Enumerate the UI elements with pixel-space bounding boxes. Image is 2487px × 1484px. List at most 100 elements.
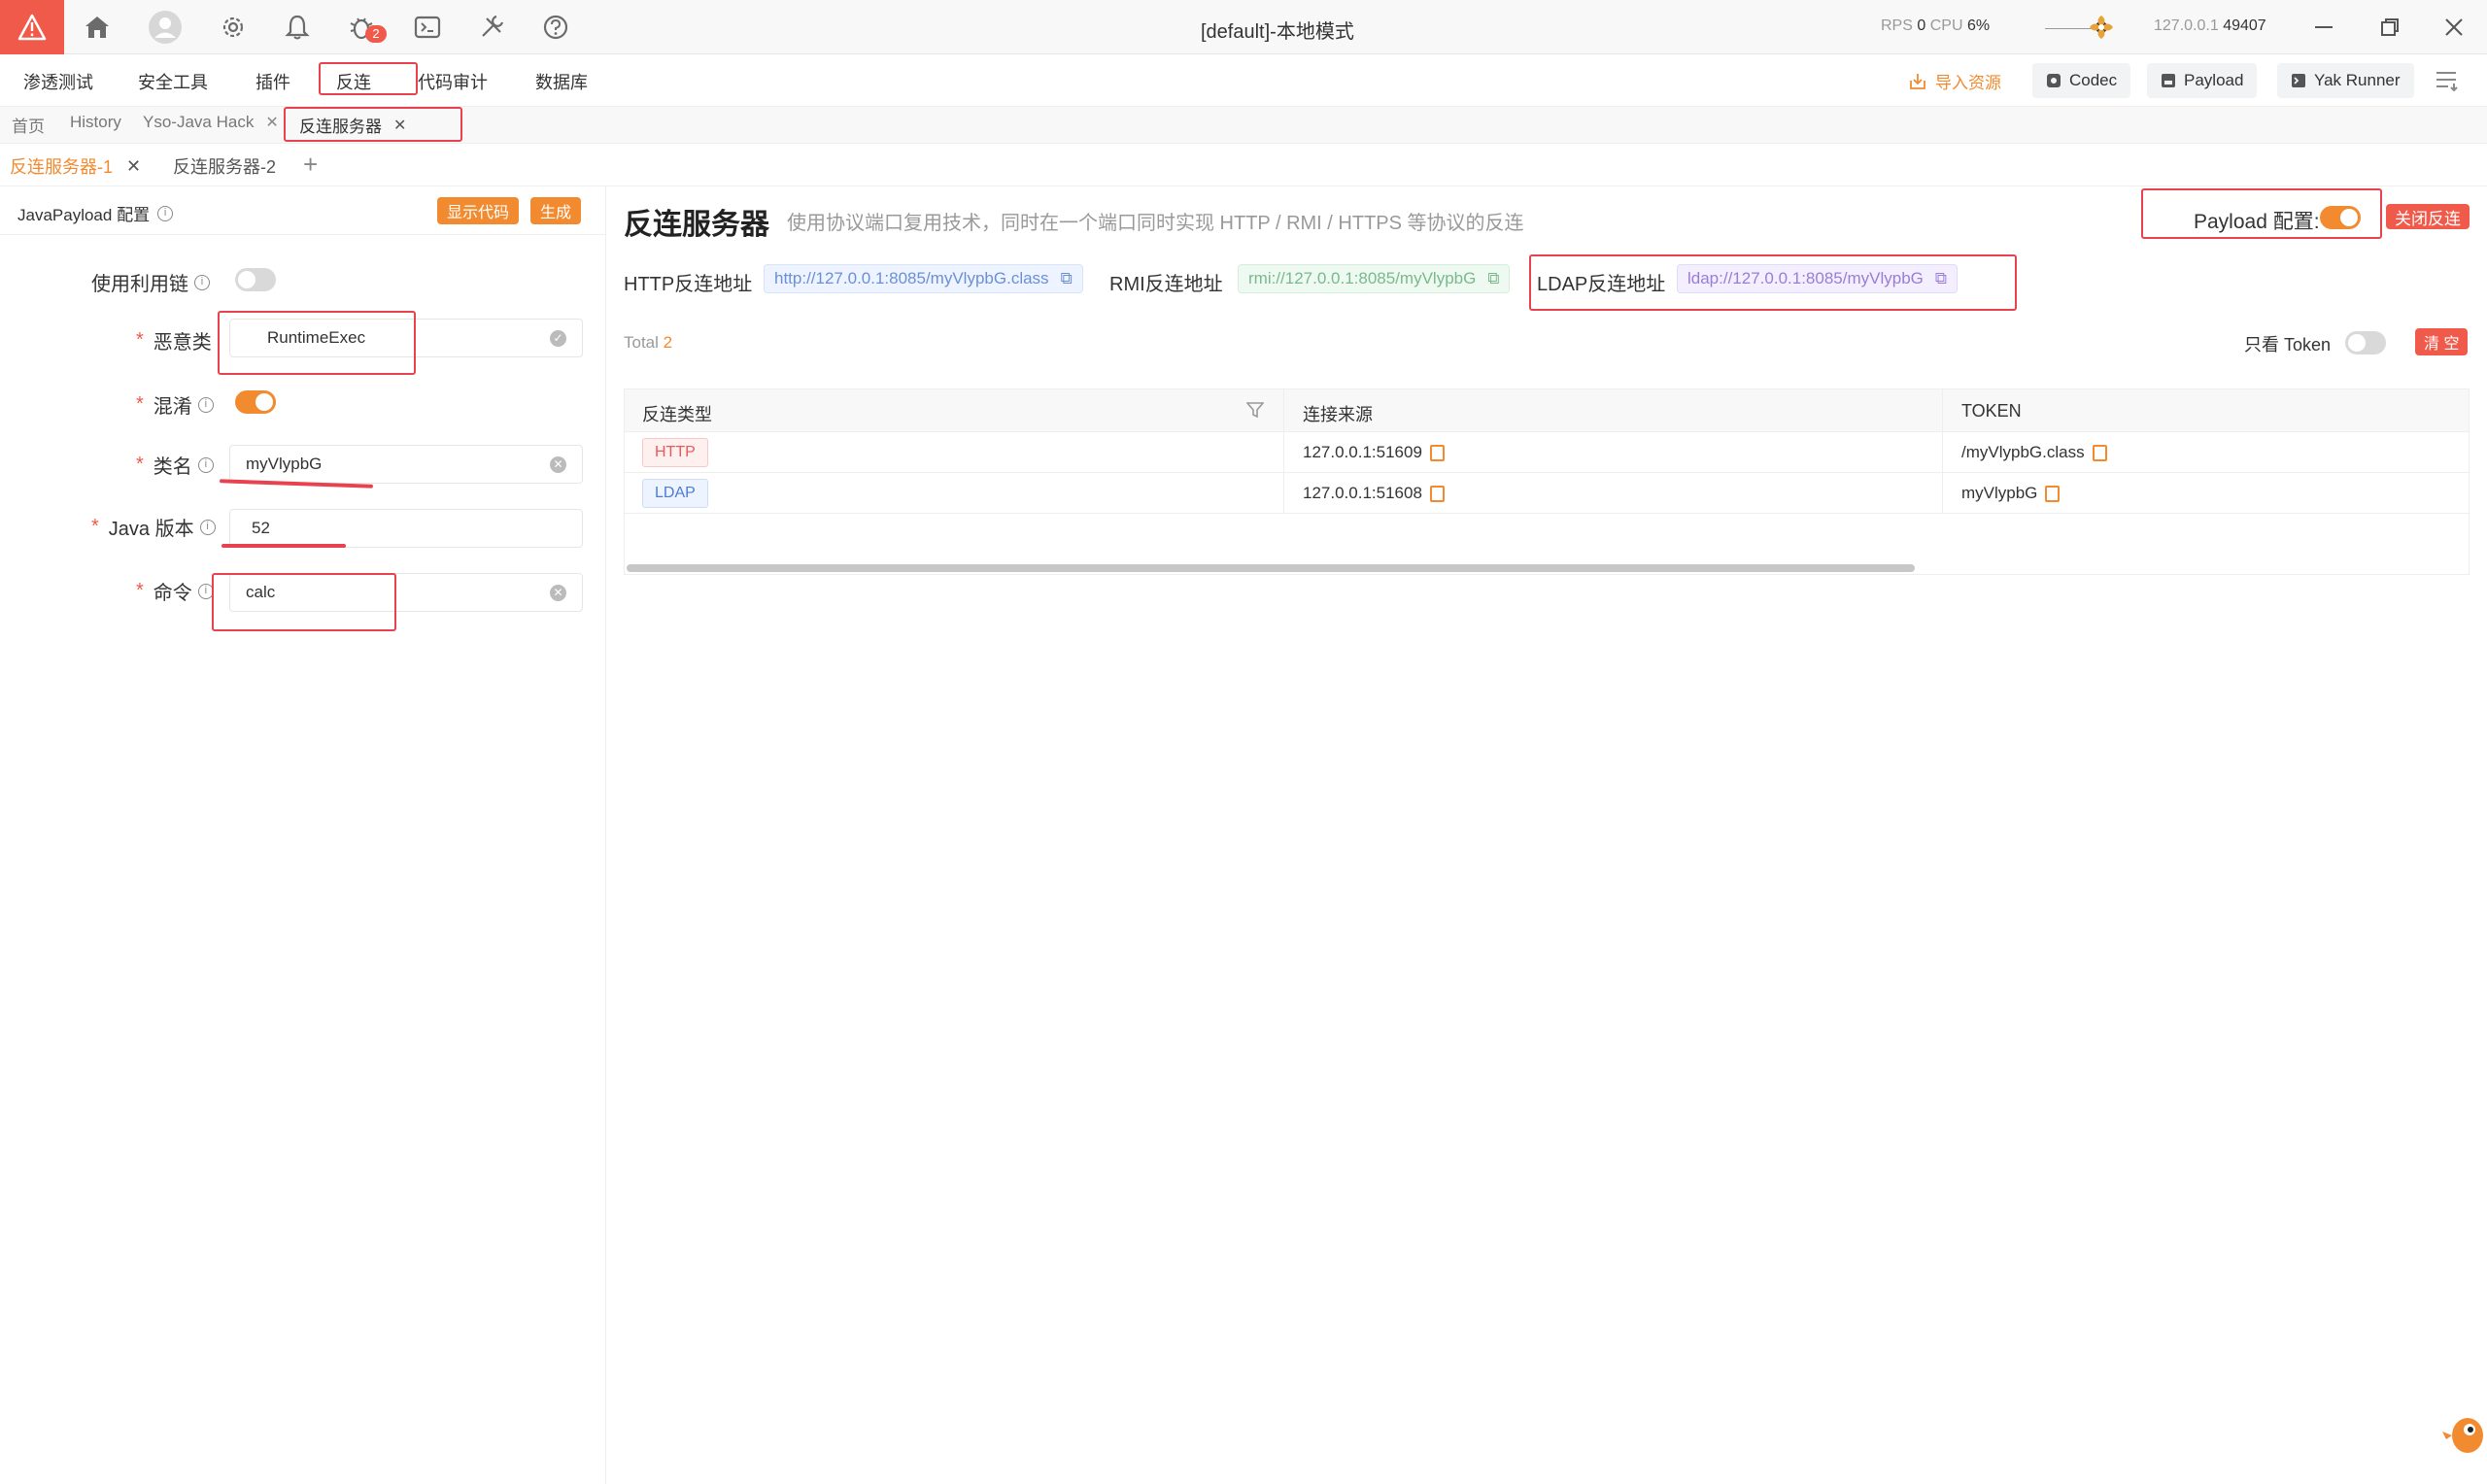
gear-icon[interactable] bbox=[216, 10, 251, 45]
info-icon[interactable]: i bbox=[157, 205, 174, 221]
filter-icon[interactable] bbox=[1245, 401, 1265, 423]
copy-icon[interactable]: ⧉ bbox=[1487, 269, 1499, 288]
import-icon bbox=[1910, 73, 1925, 89]
obfuscate-toggle[interactable] bbox=[235, 390, 276, 414]
table-header: 反连类型 连接来源 TOKEN bbox=[625, 389, 2469, 432]
tab-reverse-server[interactable]: 反连服务器 ✕ bbox=[299, 113, 406, 137]
yak-runner-button[interactable]: Yak Runner bbox=[2277, 63, 2414, 98]
minimize-icon[interactable] bbox=[2308, 12, 2339, 43]
tab-history[interactable]: History bbox=[70, 113, 121, 132]
import-resource-button[interactable]: 导入资源 bbox=[1908, 69, 2001, 93]
copy-icon[interactable] bbox=[1429, 485, 1445, 502]
menu-list-icon[interactable] bbox=[2433, 64, 2464, 95]
table-row[interactable]: LDAP 127.0.0.1:51608 myVlypbG bbox=[625, 473, 2469, 514]
config-header: JavaPayload 配置 i 显示代码 生成 bbox=[0, 186, 606, 235]
info-icon[interactable]: i bbox=[197, 456, 214, 473]
tab-home[interactable]: 首页 bbox=[12, 113, 45, 137]
page-tabs: 首页 History Yso-Java Hack ✕ 反连服务器 ✕ bbox=[0, 107, 2487, 144]
menu-pentest[interactable]: 渗透测试 bbox=[23, 69, 93, 94]
title-bar: 2 [default]-本地模式 RPS 0 CPU 6% 127.0.0.1 … bbox=[0, 0, 2487, 54]
codec-button[interactable]: Codec bbox=[2032, 63, 2131, 98]
tab-yso-java-hack[interactable]: Yso-Java Hack ✕ bbox=[143, 113, 279, 132]
horizontal-scrollbar[interactable] bbox=[627, 564, 1915, 572]
type-tag-ldap: LDAP bbox=[642, 479, 708, 508]
help-icon[interactable] bbox=[538, 10, 573, 45]
annotation-underline-java-version bbox=[221, 544, 346, 548]
terminal-icon[interactable] bbox=[410, 10, 445, 45]
column-header-type: 反连类型 bbox=[642, 405, 712, 424]
token-cell: /myVlypbG.class bbox=[1961, 443, 2107, 462]
info-icon[interactable]: i bbox=[197, 583, 214, 599]
menu-reverse[interactable]: 反连 bbox=[336, 69, 371, 94]
menu-plugins[interactable]: 插件 bbox=[256, 69, 290, 94]
app-logo[interactable] bbox=[0, 0, 64, 54]
clear-icon[interactable]: ✓ bbox=[550, 329, 566, 347]
tools-icon[interactable] bbox=[474, 10, 509, 45]
menu-security-tools[interactable]: 安全工具 bbox=[138, 69, 208, 94]
yak-runner-icon bbox=[2292, 74, 2305, 87]
codec-icon bbox=[2047, 74, 2061, 87]
warning-icon bbox=[17, 14, 47, 41]
bell-icon[interactable] bbox=[280, 10, 315, 45]
http-address-label: HTTP反连地址 bbox=[624, 274, 753, 295]
class-name-input[interactable]: myVlypbG ✕ bbox=[229, 445, 583, 484]
rmi-address-label: RMI反连地址 bbox=[1109, 274, 1223, 295]
avatar[interactable] bbox=[148, 10, 183, 45]
add-tab-icon[interactable]: + bbox=[303, 150, 318, 180]
malicious-class-select[interactable]: RuntimeExec ✓ bbox=[229, 319, 583, 357]
command-input[interactable]: calc ✕ bbox=[229, 573, 583, 612]
close-subtab-icon[interactable]: ✕ bbox=[126, 156, 141, 177]
sub-tabs: 反连服务器-1 ✕ 反连服务器-2 + bbox=[0, 144, 2487, 186]
generate-button[interactable]: 生成 bbox=[530, 197, 582, 224]
engine-address: 127.0.0.1 49407 bbox=[2154, 17, 2266, 34]
column-header-token: TOKEN bbox=[1961, 401, 2022, 421]
payload-config-toggle[interactable] bbox=[2320, 206, 2361, 229]
menu-database[interactable]: 数据库 bbox=[535, 69, 588, 94]
page-description: 使用协议端口复用技术，同时在一个端口同时实现 HTTP / RMI / HTTP… bbox=[787, 213, 1524, 234]
copy-icon[interactable]: ⧉ bbox=[1061, 269, 1073, 288]
copy-icon[interactable] bbox=[2045, 485, 2061, 502]
yak-engine-icon[interactable] bbox=[2084, 10, 2119, 45]
malicious-class-label: * 恶意类 bbox=[136, 329, 212, 354]
close-tab-icon[interactable]: ✕ bbox=[265, 113, 278, 132]
info-icon[interactable]: i bbox=[194, 274, 210, 290]
total-count: Total 2 bbox=[624, 333, 673, 352]
ldap-address[interactable]: ldap://127.0.0.1:8085/myVlypbG ⧉ bbox=[1677, 264, 1959, 293]
bug-count-badge: 2 bbox=[365, 25, 387, 43]
show-code-button[interactable]: 显示代码 bbox=[437, 197, 520, 224]
mascot-icon[interactable] bbox=[2440, 1406, 2487, 1462]
only-token-label: 只看 Token bbox=[2244, 335, 2332, 354]
close-tab-icon[interactable]: ✕ bbox=[393, 116, 406, 135]
java-version-input[interactable]: 52 bbox=[229, 509, 583, 548]
restore-icon[interactable] bbox=[2374, 12, 2405, 43]
table-row[interactable]: HTTP 127.0.0.1:51609 /myVlypbG.class bbox=[625, 432, 2469, 473]
payload-button[interactable]: Payload bbox=[2147, 63, 2258, 98]
bug-icon[interactable]: 2 bbox=[344, 10, 387, 45]
config-title: JavaPayload 配置 i bbox=[17, 201, 174, 225]
http-address[interactable]: http://127.0.0.1:8085/myVlypbG.class ⧉ bbox=[764, 264, 1083, 293]
clear-icon[interactable]: ✕ bbox=[550, 584, 566, 601]
rps-cpu-status: RPS 0 CPU 6% bbox=[1881, 17, 1991, 34]
subtab-reverse-server-2[interactable]: 反连服务器-2 bbox=[173, 153, 276, 179]
page-title: 反连服务器 bbox=[624, 209, 769, 241]
close-icon[interactable] bbox=[2438, 12, 2470, 43]
reverse-connection-table: 反连类型 连接来源 TOKEN HTTP 127.0.0.1:51609 /my… bbox=[624, 388, 2470, 575]
rmi-address[interactable]: rmi://127.0.0.1:8085/myVlypbG ⧉ bbox=[1238, 264, 1511, 293]
home-icon[interactable] bbox=[80, 10, 115, 45]
clear-button[interactable]: 清 空 bbox=[2415, 328, 2469, 355]
copy-icon[interactable] bbox=[1429, 444, 1445, 461]
clear-icon[interactable]: ✕ bbox=[550, 455, 566, 473]
ldap-address-label: LDAP反连地址 bbox=[1537, 274, 1666, 295]
copy-icon[interactable]: ⧉ bbox=[1935, 269, 1947, 288]
subtab-reverse-server-1[interactable]: 反连服务器-1 ✕ bbox=[10, 153, 141, 179]
copy-icon[interactable] bbox=[2092, 444, 2107, 461]
column-header-source: 连接来源 bbox=[1303, 405, 1373, 424]
info-icon[interactable]: i bbox=[197, 396, 214, 413]
menu-code-audit[interactable]: 代码审计 bbox=[418, 69, 488, 94]
payload-config-label: Payload 配置: bbox=[2194, 211, 2320, 233]
only-token-toggle[interactable] bbox=[2345, 331, 2386, 354]
java-version-label: * Java 版本 i bbox=[91, 513, 216, 541]
use-chain-toggle[interactable] bbox=[235, 268, 276, 291]
close-reverse-button[interactable]: 关闭反连 bbox=[2386, 204, 2470, 229]
info-icon[interactable]: i bbox=[199, 519, 216, 535]
